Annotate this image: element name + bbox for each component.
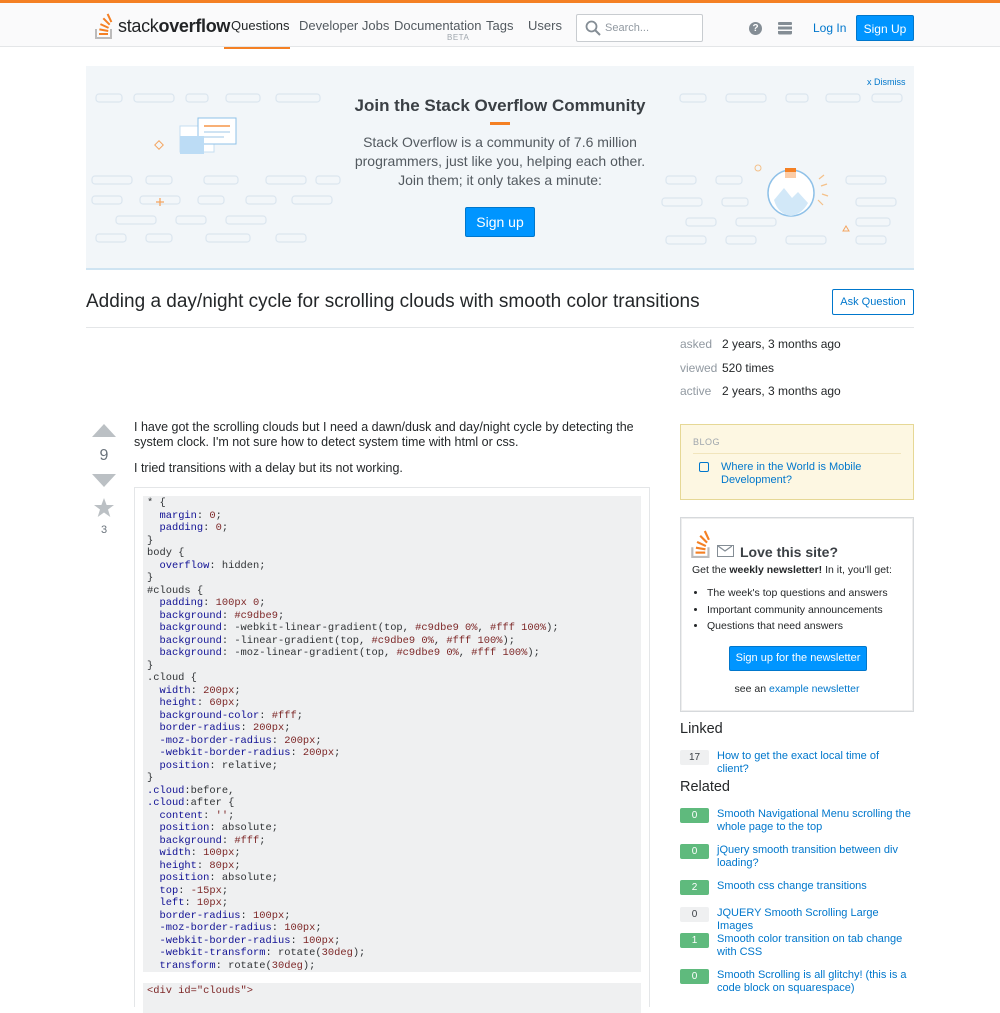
banner-accent-bar [490,122,510,125]
answer-count-badge: 0 [680,907,709,922]
linked-question-link[interactable]: How to get the exact local time of clien… [717,750,912,775]
join-community-banner: Join the Stack Overflow Community Stack … [86,66,914,270]
list-item: Important community announcements [707,602,888,619]
title-divider [86,327,914,328]
answer-count-badge: 0 [680,844,709,859]
code-block-wrapper: * { margin: 0; padding: 0; } body { over… [134,487,650,1013]
downvote-arrow-icon[interactable] [92,474,116,487]
nav-tags[interactable]: Tags [486,18,513,33]
stackoverflow-logo[interactable]: stackoverflow [95,12,230,40]
answer-count-badge: 0 [680,969,709,984]
list-item: The week's top questions and answers [707,585,888,602]
signup-button[interactable]: Sign Up [856,15,914,41]
stack-logo-icon [691,530,710,558]
search-box[interactable] [576,14,703,42]
newsletter-footer: see an example newsletter [734,683,860,695]
nav-users[interactable]: Users [528,18,562,33]
list-item: Questions that need answers [707,618,888,635]
vote-count: 9 [99,447,109,464]
upvote-arrow-icon[interactable] [92,424,116,437]
ask-question-button[interactable]: Ask Question [832,289,914,315]
answer-count-badge: 0 [680,808,709,823]
answer-count-badge: 2 [680,880,709,895]
related-question-link[interactable]: Smooth color transition on tab change wi… [717,933,912,958]
post-paragraph-1: I have got the scrolling clouds but I ne… [134,420,634,449]
blog-divider [693,453,901,454]
question-title[interactable]: Adding a day/night cycle for scrolling c… [86,291,700,313]
newsletter-title: Love this site? [740,544,839,560]
newsletter-widget: Love this site? Get the weekly newslette… [680,517,914,712]
top-bar: stackoverflow Questions Developer Jobs D… [0,0,1000,49]
related-question-link[interactable]: Smooth css change transitions [717,880,912,893]
stack-logo-icon [95,13,113,39]
active-nav-indicator [224,47,290,49]
login-link[interactable]: Log In [813,21,846,35]
blog-heading: BLOG [693,437,721,447]
banner-signup-button[interactable]: Sign up [465,207,535,237]
html-code-block[interactable]: <div id="clouds"> [143,983,641,1013]
post-paragraph-2: I tried transitions with a delay but its… [134,461,403,475]
linked-heading: Linked [680,721,723,737]
newsletter-list: The week's top questions and answers Imp… [692,585,888,635]
search-input[interactable] [605,18,697,38]
related-question-link[interactable]: jQuery smooth transition between div loa… [717,844,912,869]
search-icon [585,20,601,36]
nav-documentation[interactable]: Documentation [394,18,481,33]
answer-count-badge: 1 [680,933,709,948]
beta-label: BETA [447,33,470,42]
newsletter-subtitle: Get the weekly newsletter! In it, you'll… [692,564,892,576]
related-question-link[interactable]: JQUERY Smooth Scrolling Large Images [717,907,912,932]
logo-text: stackoverflow [118,15,231,36]
stack-exchange-menu-icon[interactable] [778,21,792,35]
css-code-block[interactable]: * { margin: 0; padding: 0; } body { over… [143,496,641,972]
favorite-count: 3 [100,524,108,536]
nav-developer-jobs[interactable]: Developer Jobs [299,18,389,33]
blog-post-icon [699,462,709,472]
blog-widget: BLOG Where in the World is Mobile Develo… [680,424,914,500]
link-count-badge: 17 [680,750,709,765]
related-question-link[interactable]: Smooth Scrolling is all glitchy! (this i… [717,969,912,994]
banner-title: Join the Stack Overflow Community [354,96,646,115]
favorite-star-icon[interactable] [93,497,115,519]
dismiss-link[interactable]: x Dismiss [867,77,906,87]
envelope-icon [717,545,734,557]
banner-text: Stack Overflow is a community of 7.6 mil… [354,134,646,188]
newsletter-signup-button[interactable]: Sign up for the newsletter [729,646,867,671]
blog-link[interactable]: Where in the World is Mobile Development… [721,461,891,487]
nav-questions[interactable]: Questions [231,18,290,33]
related-heading: Related [680,779,730,795]
related-question-link[interactable]: Smooth Navigational Menu scrolling the w… [717,808,912,833]
help-icon[interactable]: ? [749,22,762,35]
example-newsletter-link[interactable]: example newsletter [769,683,859,695]
